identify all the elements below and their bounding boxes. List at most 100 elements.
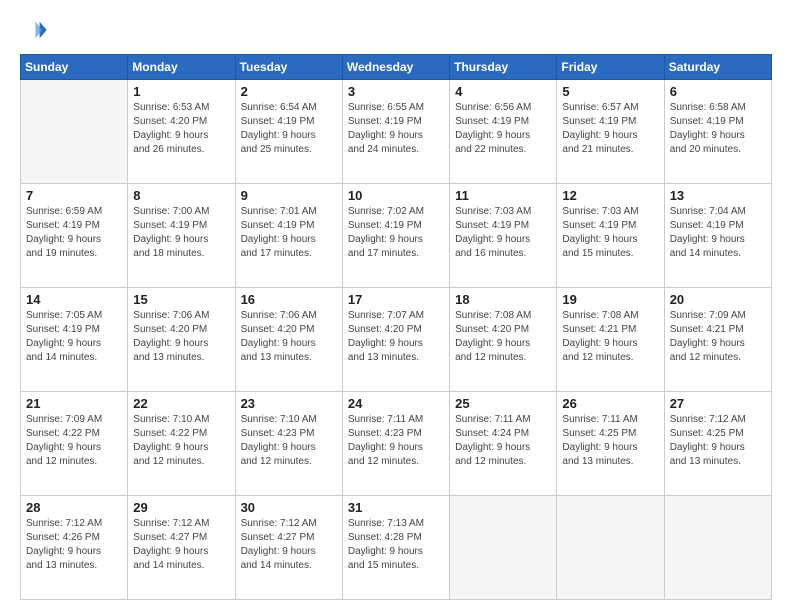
day-number: 27 — [670, 396, 766, 411]
day-of-week-header: Tuesday — [235, 55, 342, 80]
day-number: 2 — [241, 84, 337, 99]
page: SundayMondayTuesdayWednesdayThursdayFrid… — [0, 0, 792, 612]
logo — [20, 16, 52, 44]
calendar-cell: 9Sunrise: 7:01 AM Sunset: 4:19 PM Daylig… — [235, 184, 342, 288]
day-number: 6 — [670, 84, 766, 99]
day-info: Sunrise: 7:05 AM Sunset: 4:19 PM Dayligh… — [26, 309, 122, 365]
calendar-cell: 6 Sunrise: 6:58 AM Sunset: 4:19 PM Daylig… — [664, 80, 771, 184]
day-number: 18 — [455, 292, 551, 307]
day-number: 11 — [455, 188, 551, 203]
calendar-cell: 8 Sunrise: 7:00 AM Sunset: 4:19 PM Daylig… — [128, 184, 235, 288]
calendar-week-row: 14 Sunrise: 7:05 AM Sunset: 4:19 PM Dayli… — [21, 288, 772, 392]
day-number: 19 — [562, 292, 658, 307]
day-number: 10 — [348, 188, 444, 203]
day-info: Sunrise: 7:08 AM Sunset: 4:20 PM Dayligh… — [455, 309, 551, 365]
calendar-cell: 4 Sunrise: 6:56 AM Sunset: 4:19 PM Daylig… — [450, 80, 557, 184]
day-info: Sunrise: 7:10 AM Sunset: 4:22 PM Dayligh… — [133, 413, 229, 469]
day-info: Sunrise: 7:06 AM Sunset: 4:20 PM Dayligh… — [133, 309, 229, 365]
calendar-cell: 15 Sunrise: 7:06 AM Sunset: 4:20 PM Dayli… — [128, 288, 235, 392]
day-number: 17 — [348, 292, 444, 307]
day-info: Sunrise: 6:57 AM Sunset: 4:19 PM Dayligh… — [562, 101, 658, 157]
day-info: Sunrise: 7:06 AM Sunset: 4:20 PM Dayligh… — [241, 309, 337, 365]
day-of-week-header: Friday — [557, 55, 664, 80]
calendar-cell: 2Sunrise: 6:54 AM Sunset: 4:19 PM Daylig… — [235, 80, 342, 184]
day-info: Sunrise: 7:11 AM Sunset: 4:25 PM Dayligh… — [562, 413, 658, 469]
day-of-week-header: Thursday — [450, 55, 557, 80]
day-info: Sunrise: 7:09 AM Sunset: 4:21 PM Dayligh… — [670, 309, 766, 365]
day-info: Sunrise: 6:56 AM Sunset: 4:19 PM Dayligh… — [455, 101, 551, 157]
calendar-cell: 18 Sunrise: 7:08 AM Sunset: 4:20 PM Dayli… — [450, 288, 557, 392]
calendar-cell: 10 Sunrise: 7:02 AM Sunset: 4:19 PM Dayli… — [342, 184, 449, 288]
day-info: Sunrise: 7:13 AM Sunset: 4:28 PM Dayligh… — [348, 517, 444, 573]
calendar-cell: 3Sunrise: 6:55 AM Sunset: 4:19 PM Daylig… — [342, 80, 449, 184]
day-info: Sunrise: 7:02 AM Sunset: 4:19 PM Dayligh… — [348, 205, 444, 261]
day-number: 8 — [133, 188, 229, 203]
calendar-cell: 21 Sunrise: 7:09 AM Sunset: 4:22 PM Dayli… — [21, 392, 128, 496]
day-of-week-header: Sunday — [21, 55, 128, 80]
day-number: 25 — [455, 396, 551, 411]
day-info: Sunrise: 7:04 AM Sunset: 4:19 PM Dayligh… — [670, 205, 766, 261]
calendar-cell: 7 Sunrise: 6:59 AM Sunset: 4:19 PM Daylig… — [21, 184, 128, 288]
day-info: Sunrise: 7:03 AM Sunset: 4:19 PM Dayligh… — [562, 205, 658, 261]
day-number: 14 — [26, 292, 122, 307]
calendar-cell: 12Sunrise: 7:03 AM Sunset: 4:19 PM Dayli… — [557, 184, 664, 288]
day-info: Sunrise: 7:12 AM Sunset: 4:27 PM Dayligh… — [133, 517, 229, 573]
calendar-cell: 31 Sunrise: 7:13 AM Sunset: 4:28 PM Dayli… — [342, 496, 449, 600]
day-number: 13 — [670, 188, 766, 203]
calendar-cell: 13 Sunrise: 7:04 AM Sunset: 4:19 PM Dayli… — [664, 184, 771, 288]
day-of-week-header: Saturday — [664, 55, 771, 80]
day-info: Sunrise: 7:12 AM Sunset: 4:27 PM Dayligh… — [241, 517, 337, 573]
day-number: 9 — [241, 188, 337, 203]
day-number: 30 — [241, 500, 337, 515]
day-number: 4 — [455, 84, 551, 99]
day-of-week-header: Monday — [128, 55, 235, 80]
calendar-cell: 1 Sunrise: 6:53 AM Sunset: 4:20 PM Daylig… — [128, 80, 235, 184]
calendar-cell — [664, 496, 771, 600]
calendar-cell: 5 Sunrise: 6:57 AM Sunset: 4:19 PM Daylig… — [557, 80, 664, 184]
calendar-cell: 25 Sunrise: 7:11 AM Sunset: 4:24 PM Dayli… — [450, 392, 557, 496]
day-info: Sunrise: 6:55 AM Sunset: 4:19 PM Dayligh… — [348, 101, 444, 157]
day-number: 29 — [133, 500, 229, 515]
day-number: 7 — [26, 188, 122, 203]
calendar-cell — [557, 496, 664, 600]
calendar-cell: 26 Sunrise: 7:11 AM Sunset: 4:25 PM Dayli… — [557, 392, 664, 496]
calendar-cell: 11 Sunrise: 7:03 AM Sunset: 4:19 PM Dayli… — [450, 184, 557, 288]
day-number: 31 — [348, 500, 444, 515]
calendar-week-row: 28Sunrise: 7:12 AM Sunset: 4:26 PM Dayli… — [21, 496, 772, 600]
day-number: 5 — [562, 84, 658, 99]
day-info: Sunrise: 6:53 AM Sunset: 4:20 PM Dayligh… — [133, 101, 229, 157]
day-info: Sunrise: 6:58 AM Sunset: 4:19 PM Dayligh… — [670, 101, 766, 157]
calendar-cell: 17 Sunrise: 7:07 AM Sunset: 4:20 PM Dayli… — [342, 288, 449, 392]
day-info: Sunrise: 7:07 AM Sunset: 4:20 PM Dayligh… — [348, 309, 444, 365]
calendar-cell: 22Sunrise: 7:10 AM Sunset: 4:22 PM Dayli… — [128, 392, 235, 496]
calendar-cell: 20 Sunrise: 7:09 AM Sunset: 4:21 PM Dayli… — [664, 288, 771, 392]
day-info: Sunrise: 7:10 AM Sunset: 4:23 PM Dayligh… — [241, 413, 337, 469]
day-of-week-header: Wednesday — [342, 55, 449, 80]
calendar-cell: 23Sunrise: 7:10 AM Sunset: 4:23 PM Dayli… — [235, 392, 342, 496]
day-info: Sunrise: 7:09 AM Sunset: 4:22 PM Dayligh… — [26, 413, 122, 469]
calendar-cell: 16Sunrise: 7:06 AM Sunset: 4:20 PM Dayli… — [235, 288, 342, 392]
day-info: Sunrise: 7:11 AM Sunset: 4:24 PM Dayligh… — [455, 413, 551, 469]
header — [20, 16, 772, 44]
day-number: 15 — [133, 292, 229, 307]
day-info: Sunrise: 7:12 AM Sunset: 4:25 PM Dayligh… — [670, 413, 766, 469]
calendar-cell: 24Sunrise: 7:11 AM Sunset: 4:23 PM Dayli… — [342, 392, 449, 496]
calendar-cell — [21, 80, 128, 184]
day-info: Sunrise: 7:08 AM Sunset: 4:21 PM Dayligh… — [562, 309, 658, 365]
calendar-cell: 29 Sunrise: 7:12 AM Sunset: 4:27 PM Dayli… — [128, 496, 235, 600]
calendar-cell: 19 Sunrise: 7:08 AM Sunset: 4:21 PM Dayli… — [557, 288, 664, 392]
day-number: 1 — [133, 84, 229, 99]
calendar-cell — [450, 496, 557, 600]
day-number: 26 — [562, 396, 658, 411]
calendar-week-row: 21 Sunrise: 7:09 AM Sunset: 4:22 PM Dayli… — [21, 392, 772, 496]
day-number: 20 — [670, 292, 766, 307]
calendar-cell: 14 Sunrise: 7:05 AM Sunset: 4:19 PM Dayli… — [21, 288, 128, 392]
day-number: 28 — [26, 500, 122, 515]
calendar-week-row: 7 Sunrise: 6:59 AM Sunset: 4:19 PM Daylig… — [21, 184, 772, 288]
day-info: Sunrise: 6:59 AM Sunset: 4:19 PM Dayligh… — [26, 205, 122, 261]
calendar-cell: 27 Sunrise: 7:12 AM Sunset: 4:25 PM Dayli… — [664, 392, 771, 496]
day-number: 21 — [26, 396, 122, 411]
calendar-table: SundayMondayTuesdayWednesdayThursdayFrid… — [20, 54, 772, 600]
day-info: Sunrise: 7:03 AM Sunset: 4:19 PM Dayligh… — [455, 205, 551, 261]
day-info: Sunrise: 7:00 AM Sunset: 4:19 PM Dayligh… — [133, 205, 229, 261]
